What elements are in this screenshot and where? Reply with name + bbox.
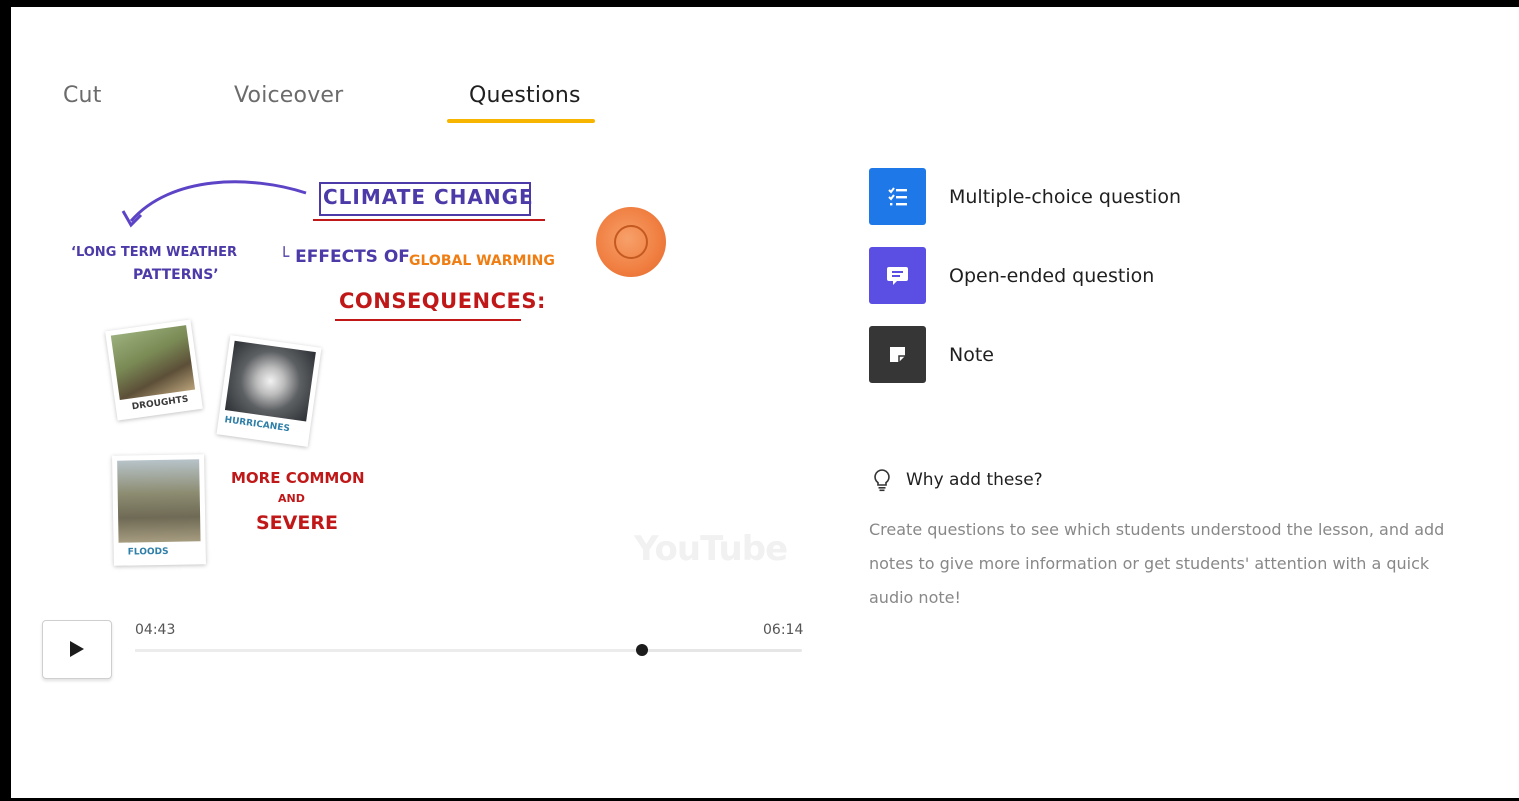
effects-text: └ EFFECTS OF: [279, 247, 410, 267]
photo-caption: HURRICANES: [223, 415, 291, 435]
progress-fill: [135, 649, 642, 652]
play-icon: [70, 641, 84, 657]
progress-knob[interactable]: [635, 644, 648, 656]
severe-text: SEVERE: [256, 512, 338, 534]
definition-line2: PATTERNS’: [133, 267, 219, 283]
tab-cut[interactable]: Cut: [63, 83, 102, 108]
why-title: Why add these?: [906, 470, 1043, 490]
and-text: AND: [278, 492, 305, 505]
hurricanes-photo: HURRICANES: [216, 335, 322, 447]
title-underline: [313, 219, 545, 221]
window-frame: Cut Voiceover Questions CLIMATE CHANGE ‘…: [0, 0, 1519, 801]
speech-bubble-icon: [869, 247, 926, 304]
editor-panel: Cut Voiceover Questions CLIMATE CHANGE ‘…: [11, 7, 1519, 798]
why-description: Create questions to see which students u…: [869, 520, 1445, 607]
option-label: Note: [949, 344, 994, 366]
tab-voiceover[interactable]: Voiceover: [234, 83, 343, 108]
video-frame[interactable]: CLIMATE CHANGE ‘LONG TERM WEATHER PATTER…: [51, 157, 811, 602]
lightbulb-icon: [874, 469, 890, 492]
tab-questions[interactable]: Questions: [469, 83, 581, 108]
droughts-photo: DROUGHTS: [105, 319, 203, 421]
option-label: Open-ended question: [949, 265, 1155, 287]
progress-track[interactable]: [135, 644, 802, 656]
consequences-underline: [335, 319, 521, 321]
list-check-icon: [869, 168, 926, 225]
consequences-heading: CONSEQUENCES:: [339, 289, 546, 313]
more-common-text: MORE COMMON: [231, 469, 365, 487]
photo-caption: FLOODS: [127, 546, 169, 558]
current-time: 04:43: [135, 622, 176, 638]
video-title: CLIMATE CHANGE: [323, 185, 534, 209]
definition-line1: ‘LONG TERM WEATHER: [71, 245, 238, 260]
curved-arrow-icon: [121, 180, 307, 228]
globe-icon: [596, 207, 666, 277]
play-button[interactable]: [42, 620, 112, 679]
option-label: Multiple-choice question: [949, 186, 1181, 208]
youtube-watermark: YouTube: [634, 529, 788, 569]
note-icon: [869, 326, 926, 383]
global-warming-text: GLOBAL WARMING: [409, 253, 555, 269]
floods-photo: FLOODS: [112, 454, 206, 566]
total-time: 06:14: [763, 622, 804, 638]
active-tab-indicator: [447, 119, 595, 123]
